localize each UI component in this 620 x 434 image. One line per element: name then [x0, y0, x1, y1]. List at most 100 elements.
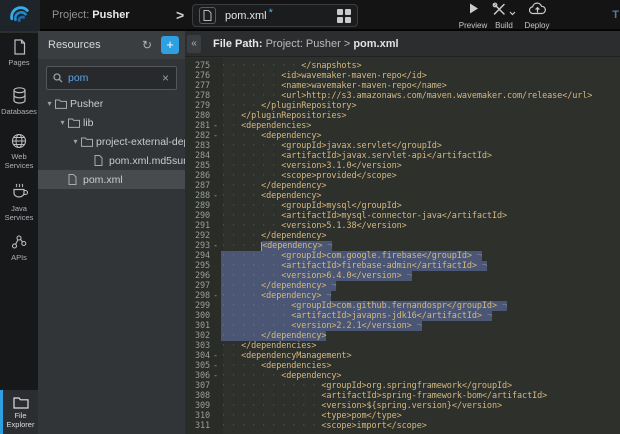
code-line-297[interactable]: 297· · · · </dependency> ¬	[185, 281, 620, 291]
code-line-284[interactable]: 284· · · · · · <artifactId>javax.servlet…	[185, 151, 620, 161]
code-line-294[interactable]: 294· · · · · · <groupId>com.google.fireb…	[185, 251, 620, 261]
code-text: · · · · · · <name>wavemaker-maven-repo</…	[221, 81, 447, 91]
line-number: 282	[185, 131, 210, 141]
code-line-279[interactable]: 279· · · · </pluginRepository>	[185, 101, 620, 111]
fold-marker[interactable]: -	[210, 361, 221, 371]
sidebar-item-apis[interactable]: APIs	[0, 233, 38, 262]
line-number: 301	[185, 321, 210, 331]
folder-icon	[13, 396, 29, 409]
code-line-282[interactable]: 282-· · · · <dependency>	[185, 131, 620, 141]
tree-item-label: pom.xml.md5sum	[109, 155, 185, 167]
sidebar-item-java-services[interactable]: Java Services	[0, 183, 38, 222]
sidebar-item-file-explorer[interactable]: File Explorer	[0, 390, 38, 434]
apis-nodes-icon	[11, 233, 27, 250]
tree-item-project-external-dependencies[interactable]: ▾ project-external-dependencies	[38, 132, 185, 151]
caret-down-icon[interactable]: ▾	[70, 137, 81, 146]
fold-marker[interactable]: -	[210, 121, 221, 131]
tree-item-pom-xml[interactable]: pom.xml	[38, 170, 185, 189]
code-text: · · </pluginRepositories>	[221, 111, 346, 121]
code-text: · · · · </dependency>	[221, 181, 326, 191]
tree-item-lib[interactable]: ▾lib	[38, 113, 185, 132]
code-line-293[interactable]: 293-· · · · <dependency> ¬	[185, 241, 620, 251]
web-services-globe-icon	[11, 133, 27, 149]
code-line-280[interactable]: 280· · </pluginRepositories>	[185, 111, 620, 121]
selected-text: · · · · </dependency> ¬	[221, 281, 336, 291]
code-line-285[interactable]: 285· · · · · · <version>3.1.0</version>	[185, 161, 620, 171]
tree-item-label: Pusher	[70, 98, 103, 110]
code-line-277[interactable]: 277· · · · · · <name>wavemaker-maven-rep…	[185, 81, 620, 91]
code-text: · · · · · · · <version>2.2.1</version> ¬	[221, 321, 422, 331]
code-line-302[interactable]: 302· · · · </dependency>	[185, 331, 620, 341]
code-line-278[interactable]: 278· · · · · · <url>http://s3.amazonaws.…	[185, 91, 620, 101]
code-line-309[interactable]: 309· · · · · · · · · · <version>${spring…	[185, 401, 620, 411]
code-line-275[interactable]: 275· · · · · · · · </snapshots>	[185, 61, 620, 71]
code-line-298[interactable]: 298-· · · · <dependency> ¬	[185, 291, 620, 301]
line-number: 306	[185, 371, 210, 381]
code-line-290[interactable]: 290· · · · · · <artifactId>mysql-connect…	[185, 211, 620, 221]
code-area[interactable]: 275· · · · · · · · </snapshots>276· · · …	[185, 58, 620, 434]
code-line-288[interactable]: 288-· · · · <dependency>	[185, 191, 620, 201]
resources-header: Resources ↻ +	[38, 31, 185, 59]
code-line-304[interactable]: 304-· · <dependencyManagement>	[185, 351, 620, 361]
code-line-307[interactable]: 307· · · · · · · · · · <groupId>org.spri…	[185, 381, 620, 391]
project-breadcrumb[interactable]: Project:Pusher	[52, 0, 130, 31]
sidebar-item-web-services[interactable]: Web Services	[0, 133, 38, 170]
tab-pom-xml[interactable]: pom.xml *	[192, 4, 358, 27]
selected-text: · · · · · · <groupId>com.google.firebase…	[221, 251, 482, 261]
code-line-295[interactable]: 295· · · · · · <artifactId>firebase-admi…	[185, 261, 620, 271]
fold-marker[interactable]: -	[210, 241, 221, 251]
fold-marker[interactable]: -	[210, 351, 221, 361]
code-line-300[interactable]: 300· · · · · · · <artifactId>javapns-jdk…	[185, 311, 620, 321]
line-number: 287	[185, 181, 210, 191]
caret-down-icon[interactable]: ▾	[44, 99, 55, 108]
code-text: · · · · · · · · · · <scope>import</scope…	[221, 421, 427, 431]
clear-search-icon[interactable]: ×	[161, 71, 170, 85]
fold-marker[interactable]: -	[210, 371, 221, 381]
add-resource-button[interactable]: +	[161, 36, 179, 54]
refresh-icon[interactable]: ↻	[139, 38, 155, 52]
code-line-305[interactable]: 305-· · · · <dependencies>	[185, 361, 620, 371]
line-number: 281	[185, 121, 210, 131]
code-text: · · · · · · <artifactId>mysql-connector-…	[221, 211, 507, 221]
fold-marker[interactable]: -	[210, 131, 221, 141]
layout-grid-icon[interactable]	[337, 9, 351, 23]
tab-document-icon[interactable]	[199, 7, 216, 24]
fold-marker[interactable]: -	[210, 291, 221, 301]
tree-item-pusher[interactable]: ▾ Pusher	[38, 94, 185, 113]
caret-down-icon[interactable]: ▾	[57, 118, 68, 127]
code-line-306[interactable]: 306-· · · · · · <dependency>	[185, 371, 620, 381]
tree-item-pom-xml-md5sum[interactable]: pom.xml.md5sum	[38, 151, 185, 170]
folder-icon	[81, 137, 96, 147]
search-input[interactable]	[68, 72, 161, 84]
deploy-button[interactable]: Deploy	[516, 2, 558, 30]
code-line-281[interactable]: 281-· · <dependencies>	[185, 121, 620, 131]
code-line-291[interactable]: 291· · · · · · <version>5.1.38</version>	[185, 221, 620, 231]
wavemaker-logo[interactable]	[0, 0, 40, 31]
resource-search[interactable]: ×	[46, 66, 177, 90]
tree-item-label: project-external-dependencies	[96, 136, 185, 148]
code-line-283[interactable]: 283· · · · · · <groupId>javax.servlet</g…	[185, 141, 620, 151]
code-text: · · · · · · <url>http://s3.amazonaws.com…	[221, 91, 592, 101]
fold-marker[interactable]: -	[210, 191, 221, 201]
code-line-301[interactable]: 301 · · · · · · · <version>2.2.1</version…	[185, 321, 620, 331]
code-line-276[interactable]: 276· · · · · · <id>wavemaker-maven-repo<…	[185, 71, 620, 81]
line-number: 283	[185, 141, 210, 151]
code-line-287[interactable]: 287 · · · · </dependency>	[185, 181, 620, 191]
file-explorer-label: File Explorer	[3, 411, 38, 429]
code-line-292[interactable]: 292· · · · </dependency>	[185, 231, 620, 241]
wavemaker-swirl-icon	[9, 5, 31, 27]
chevron-down-icon	[509, 11, 516, 16]
code-line-311[interactable]: 311· · · · · · · · · · <scope>import</sc…	[185, 421, 620, 431]
sidebar-item-databases[interactable]: Databases	[0, 87, 38, 116]
code-line-299[interactable]: 299· · · · · · · <groupId>com.github.fer…	[185, 301, 620, 311]
code-line-286[interactable]: 286· · · · · · <scope>provided</scope>	[185, 171, 620, 181]
code-line-296[interactable]: 296· · · · · · <version>6.4.0</version> …	[185, 271, 620, 281]
top-bar: Project:Pusher > pom.xml * Preview	[0, 0, 620, 31]
collapse-panel-icon[interactable]: «	[187, 35, 201, 53]
code-line-289[interactable]: 289· · · · · · <groupId>mysql</groupId>	[185, 201, 620, 211]
code-line-303[interactable]: 303· · </dependencies>	[185, 341, 620, 351]
code-line-310[interactable]: 310· · · · · · · · · · <type>pom</type>	[185, 411, 620, 421]
sidebar-item-pages[interactable]: Pages	[0, 39, 38, 67]
selected-text: · · · · · · · <artifactId>javapns-jdk16<…	[221, 311, 492, 321]
code-line-308[interactable]: 308· · · · · · · · · · <artifactId>sprin…	[185, 391, 620, 401]
